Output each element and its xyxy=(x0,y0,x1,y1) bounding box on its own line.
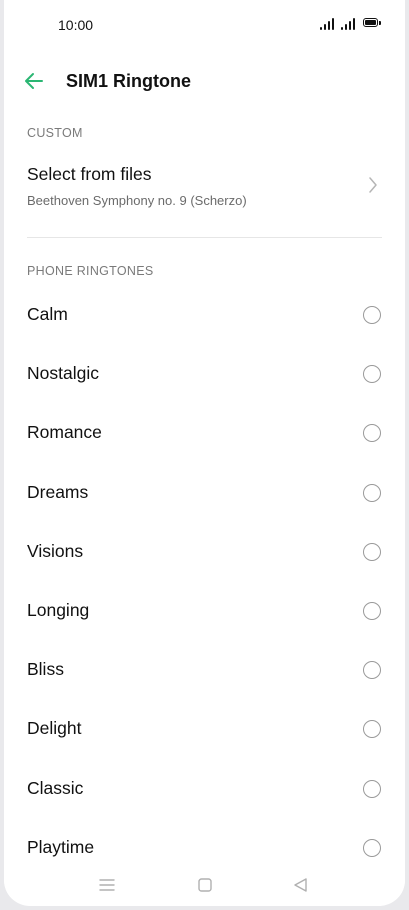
ringtone-list: Calm Nostalgic Romance Dreams Visions Lo… xyxy=(4,286,405,878)
signal-sim1-icon xyxy=(320,18,338,30)
radio-button[interactable] xyxy=(363,424,381,443)
arrow-left-icon[interactable] xyxy=(20,68,48,94)
status-bar: 10:00 xyxy=(4,0,405,50)
ringtone-item-playtime[interactable]: Playtime xyxy=(4,819,405,878)
ringtone-label: Delight xyxy=(27,718,82,739)
phone-screen: 10:00 SIM1 Ringtone CUSTOM Select from f… xyxy=(4,0,405,906)
ringtone-item-calm[interactable]: Calm xyxy=(4,286,405,345)
system-nav-bar xyxy=(4,870,405,900)
ringtone-label: Dreams xyxy=(27,481,89,502)
ringtone-label: Visions xyxy=(27,540,84,561)
signal-sim2-icon xyxy=(341,18,359,30)
ringtone-item-romance[interactable]: Romance xyxy=(4,404,405,463)
home-icon[interactable] xyxy=(195,876,215,894)
section-divider xyxy=(27,237,382,238)
ringtone-item-longing[interactable]: Longing xyxy=(4,582,405,641)
ringtone-item-bliss[interactable]: Bliss xyxy=(4,641,405,700)
radio-button[interactable] xyxy=(363,306,381,324)
radio-button[interactable] xyxy=(363,838,381,857)
ringtone-item-nostalgic[interactable]: Nostalgic xyxy=(4,345,405,404)
menu-icon[interactable] xyxy=(97,876,117,894)
status-time: 10:00 xyxy=(58,17,94,33)
radio-button[interactable] xyxy=(363,483,381,502)
radio-button[interactable] xyxy=(363,542,381,561)
ringtone-label: Bliss xyxy=(27,659,64,680)
ringtone-label: Nostalgic xyxy=(27,363,99,384)
radio-button[interactable] xyxy=(363,720,381,739)
radio-button[interactable] xyxy=(363,601,381,620)
select-from-files-item[interactable]: Select from files Beethoven Symphony no.… xyxy=(4,158,405,220)
ringtone-item-delight[interactable]: Delight xyxy=(4,700,405,759)
section-label-custom: CUSTOM xyxy=(27,126,83,140)
ringtone-item-visions[interactable]: Visions xyxy=(4,523,405,582)
ringtone-item-dreams[interactable]: Dreams xyxy=(4,464,405,523)
chevron-right-icon xyxy=(368,176,378,194)
battery-icon xyxy=(363,18,381,27)
app-header: SIM1 Ringtone xyxy=(4,56,405,104)
radio-button[interactable] xyxy=(363,365,381,384)
selected-file-name: Beethoven Symphony no. 9 (Scherzo) xyxy=(27,193,247,208)
section-label-phone-ringtones: PHONE RINGTONES xyxy=(27,264,154,278)
radio-button[interactable] xyxy=(363,779,381,798)
ringtone-label: Romance xyxy=(27,422,102,443)
ringtone-label: Playtime xyxy=(27,836,95,857)
page-title: SIM1 Ringtone xyxy=(66,71,191,91)
ringtone-label: Longing xyxy=(27,599,90,620)
back-icon[interactable] xyxy=(291,876,311,894)
ringtone-label: Classic xyxy=(27,777,84,798)
ringtone-label: Calm xyxy=(27,304,68,324)
radio-button[interactable] xyxy=(363,661,381,680)
select-from-files-title: Select from files xyxy=(27,164,152,184)
ringtone-item-classic[interactable]: Classic xyxy=(4,760,405,819)
